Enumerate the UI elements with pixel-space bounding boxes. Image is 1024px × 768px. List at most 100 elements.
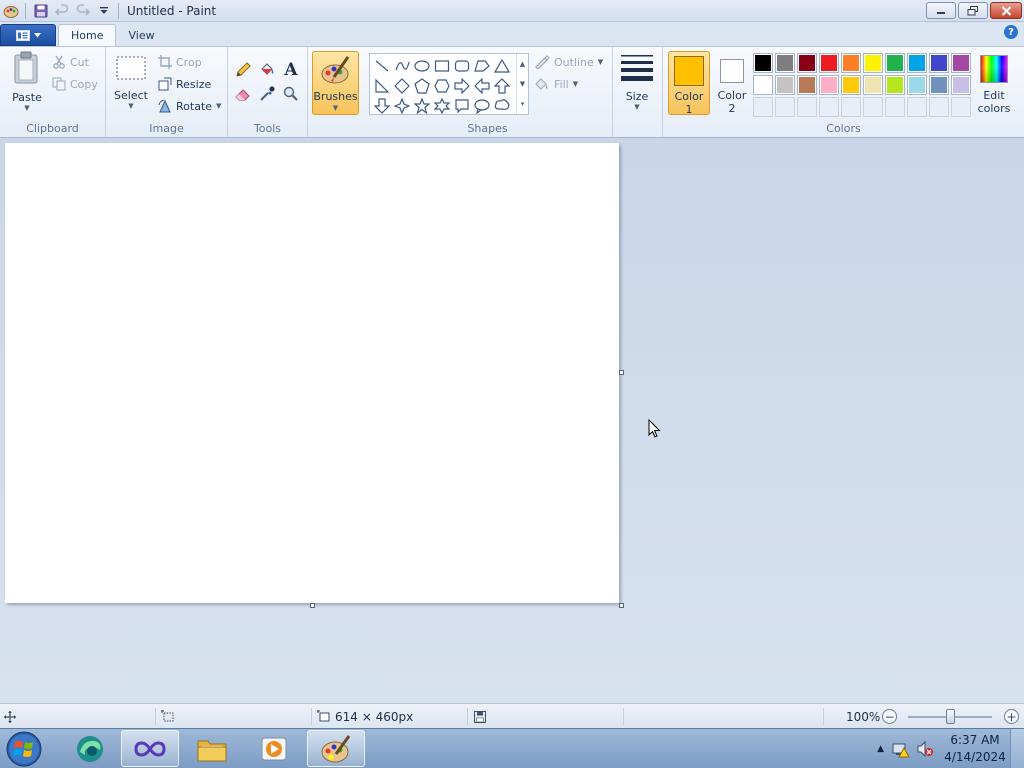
hexagon-shape-icon[interactable] [432, 76, 452, 96]
palette-swatch[interactable] [885, 75, 905, 95]
rounded-callout-shape-icon[interactable] [452, 96, 472, 116]
undo-icon[interactable] [53, 2, 71, 20]
palette-swatch[interactable] [863, 53, 883, 73]
close-button[interactable] [990, 2, 1022, 19]
custom-color-slot[interactable] [797, 97, 817, 117]
drawing-canvas[interactable] [5, 143, 619, 603]
scroll-up-icon[interactable]: ▲ [520, 60, 525, 68]
palette-swatch[interactable] [753, 75, 773, 95]
tab-home[interactable]: Home [58, 24, 117, 46]
cut-button[interactable]: Cut [52, 53, 89, 71]
palette-swatch[interactable] [819, 75, 839, 95]
eraser-icon[interactable] [232, 83, 254, 105]
application-menu-button[interactable] [0, 24, 56, 46]
taskbar-app-browser[interactable] [61, 730, 119, 767]
oval-shape-icon[interactable] [412, 56, 432, 76]
custom-color-slot[interactable] [863, 97, 883, 117]
copy-button[interactable]: Copy [52, 75, 98, 93]
color2-button[interactable]: Color 2 [712, 51, 752, 115]
taskbar-app-file-explorer[interactable] [183, 730, 241, 767]
palette-swatch[interactable] [841, 53, 861, 73]
palette-swatch[interactable] [819, 53, 839, 73]
volume-muted-icon[interactable] [916, 740, 934, 758]
text-tool-icon[interactable]: A [280, 59, 302, 81]
start-button[interactable] [4, 730, 44, 768]
brushes-button[interactable]: Brushes ▼ [312, 51, 359, 115]
customize-qat-icon[interactable] [95, 2, 113, 20]
rotate-button[interactable]: Rotate ▼ [158, 97, 221, 115]
custom-color-slot[interactable] [929, 97, 949, 117]
taskbar-app-media-player[interactable] [245, 730, 303, 767]
resize-handle-right[interactable] [619, 370, 624, 375]
pencil-icon[interactable] [232, 59, 254, 81]
oval-callout-shape-icon[interactable] [472, 96, 492, 116]
custom-color-slot[interactable] [819, 97, 839, 117]
outline-button[interactable]: Outline ▼ [534, 53, 603, 71]
zoom-slider-thumb[interactable] [945, 709, 955, 724]
color1-button[interactable]: Color 1 [668, 51, 710, 116]
show-hidden-icons-icon[interactable]: ▲ [877, 744, 884, 754]
taskbar-app-visual-studio[interactable] [121, 730, 179, 767]
palette-swatch[interactable] [775, 75, 795, 95]
palette-swatch[interactable] [797, 75, 817, 95]
four-point-star-shape-icon[interactable] [392, 96, 412, 116]
resize-handle-bottom[interactable] [310, 603, 315, 608]
custom-color-slot[interactable] [951, 97, 971, 117]
redo-icon[interactable] [74, 2, 92, 20]
line-shape-icon[interactable] [372, 56, 392, 76]
help-icon[interactable]: ? [1004, 25, 1018, 39]
custom-color-slot[interactable] [775, 97, 795, 117]
rounded-rectangle-shape-icon[interactable] [452, 56, 472, 76]
six-point-star-shape-icon[interactable] [432, 96, 452, 116]
palette-swatch[interactable] [885, 53, 905, 73]
right-triangle-shape-icon[interactable] [372, 76, 392, 96]
zoom-in-button[interactable]: + [1004, 709, 1019, 724]
diamond-shape-icon[interactable] [392, 76, 412, 96]
tab-view[interactable]: View [116, 24, 166, 46]
network-warning-icon[interactable] [892, 740, 910, 758]
paste-button[interactable]: Paste ▼ [8, 51, 46, 112]
palette-swatch[interactable] [951, 75, 971, 95]
pentagon-shape-icon[interactable] [412, 76, 432, 96]
resize-handle-corner[interactable] [619, 603, 624, 608]
color-picker-icon[interactable] [256, 83, 278, 105]
palette-swatch[interactable] [753, 53, 773, 73]
custom-color-slot[interactable] [841, 97, 861, 117]
scroll-down-icon[interactable]: ▼ [520, 80, 525, 88]
rectangle-shape-icon[interactable] [432, 56, 452, 76]
select-button[interactable]: Select ▼ [112, 55, 150, 110]
right-arrow-shape-icon[interactable] [452, 76, 472, 96]
save-icon[interactable] [32, 2, 50, 20]
up-arrow-shape-icon[interactable] [492, 76, 512, 96]
custom-color-slot[interactable] [753, 97, 773, 117]
size-button[interactable]: Size ▼ [619, 53, 655, 111]
resize-button[interactable]: Resize [158, 75, 211, 93]
fill-button[interactable]: Fill ▼ [534, 75, 578, 93]
custom-color-slot[interactable] [885, 97, 905, 117]
expand-gallery-icon[interactable]: ▾ [521, 100, 525, 108]
zoom-out-button[interactable]: − [882, 709, 897, 724]
fill-bucket-icon[interactable] [256, 59, 278, 81]
cloud-callout-shape-icon[interactable] [492, 96, 512, 116]
maximize-button[interactable] [958, 2, 988, 19]
palette-swatch[interactable] [951, 53, 971, 73]
palette-swatch[interactable] [841, 75, 861, 95]
palette-swatch[interactable] [929, 53, 949, 73]
paint-app-icon[interactable] [2, 2, 20, 20]
magnifier-icon[interactable] [280, 83, 302, 105]
down-arrow-shape-icon[interactable] [372, 96, 392, 116]
crop-button[interactable]: Crop [158, 53, 202, 71]
show-desktop-button[interactable] [1010, 729, 1024, 768]
palette-swatch[interactable] [929, 75, 949, 95]
curve-shape-icon[interactable] [392, 56, 412, 76]
taskbar-app-paint[interactable] [307, 730, 365, 767]
edit-colors-button[interactable]: Edit colors [974, 51, 1014, 115]
left-arrow-shape-icon[interactable] [472, 76, 492, 96]
palette-swatch[interactable] [797, 53, 817, 73]
five-point-star-shape-icon[interactable] [412, 96, 432, 116]
custom-color-slot[interactable] [907, 97, 927, 117]
minimize-button[interactable] [926, 2, 956, 19]
palette-swatch[interactable] [907, 53, 927, 73]
palette-swatch[interactable] [907, 75, 927, 95]
palette-swatch[interactable] [775, 53, 795, 73]
